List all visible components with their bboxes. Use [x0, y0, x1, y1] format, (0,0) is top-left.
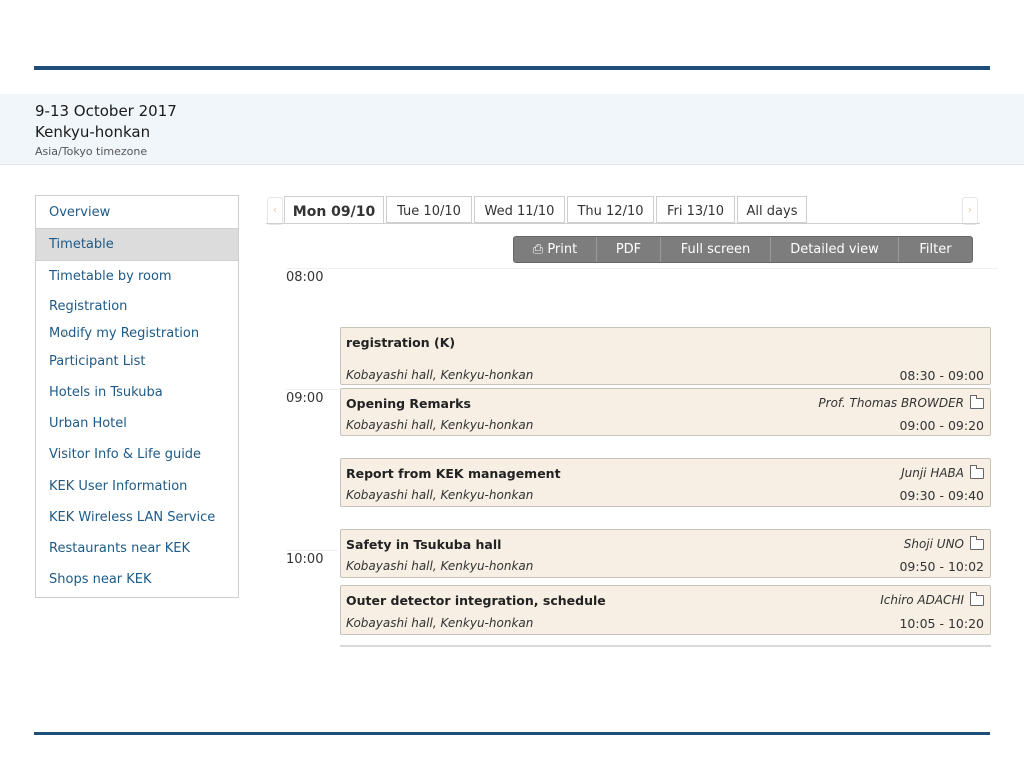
- tab-label: Thu 12/10: [577, 204, 644, 219]
- chevron-left-icon: ‹: [272, 203, 278, 216]
- menu-item-participant-list[interactable]: Participant List: [36, 348, 238, 376]
- contribution-block[interactable]: Report from KEK management Junji HABA Ko…: [340, 458, 991, 507]
- tab-label: Tue 10/10: [397, 204, 461, 219]
- contribution-block[interactable]: Opening Remarks Prof. Thomas BROWDER Kob…: [340, 388, 991, 436]
- sub-item-icon: ∟: [62, 327, 72, 340]
- contribution-speaker: Shoji UNO: [903, 537, 964, 551]
- menu-item-overview[interactable]: Overview: [36, 196, 238, 229]
- hour-line: [286, 389, 338, 390]
- event-venue: Kenkyu-honkan: [35, 123, 151, 141]
- timetable-end-line: [340, 645, 991, 647]
- hour-label: 08:00: [286, 270, 324, 285]
- tab-label: Wed 11/10: [484, 204, 555, 219]
- tab-all-days[interactable]: All days: [737, 196, 807, 223]
- contribution-block[interactable]: Safety in Tsukuba hall Shoji UNO Kobayas…: [340, 529, 991, 578]
- contribution-title: Outer detector integration, schedule: [346, 593, 606, 608]
- folder-icon[interactable]: [970, 592, 984, 606]
- contribution-time: 10:05 - 10:20: [899, 616, 984, 631]
- print-button[interactable]: ⎙ Print: [514, 237, 597, 262]
- detailed-view-button[interactable]: Detailed view: [771, 237, 899, 262]
- sidebar-menu: Overview Timetable Timetable by room Reg…: [35, 195, 239, 598]
- menu-item-label: Urban Hotel: [49, 416, 127, 431]
- menu-item-hotels[interactable]: Hotels in Tsukuba: [36, 379, 238, 407]
- menu-item-shops[interactable]: Shops near KEK: [36, 566, 238, 594]
- tab-underline: [266, 223, 980, 224]
- menu-item-label: Timetable by room: [49, 269, 172, 284]
- contribution-time: 09:30 - 09:40: [899, 488, 984, 503]
- contribution-block[interactable]: registration (K) Kobayashi hall, Kenkyu-…: [340, 327, 991, 385]
- contribution-time: 09:50 - 10:02: [899, 559, 984, 574]
- menu-item-label: Restaurants near KEK: [49, 541, 191, 556]
- menu-item-kek-user-info[interactable]: KEK User Information: [36, 473, 238, 501]
- menu-item-label: Registration: [49, 299, 128, 314]
- menu-item-label: Timetable: [49, 237, 114, 252]
- tab-fri[interactable]: Fri 13/10: [656, 196, 735, 223]
- tab-label: Fri 13/10: [666, 204, 725, 219]
- tab-label: All days: [746, 204, 798, 219]
- hour-line: [286, 550, 338, 551]
- contribution-title: Report from KEK management: [346, 466, 561, 481]
- tab-mon[interactable]: Mon 09/10: [284, 196, 384, 224]
- hour-line: [286, 268, 998, 269]
- chevron-right-icon: ›: [967, 203, 973, 216]
- menu-item-wireless-lan[interactable]: KEK Wireless LAN Service: [36, 504, 238, 532]
- bottom-rule: [34, 732, 990, 735]
- menu-item-visitor-info[interactable]: Visitor Info & Life guide: [36, 441, 238, 469]
- prev-day-arrow[interactable]: ‹: [267, 197, 283, 225]
- menu-item-label: KEK Wireless LAN Service: [49, 510, 216, 525]
- contribution-title: Safety in Tsukuba hall: [346, 537, 502, 552]
- printer-icon: ⎙: [532, 242, 544, 257]
- contribution-room: Kobayashi hall, Kenkyu-honkan: [346, 559, 534, 573]
- hour-label: 10:00: [286, 552, 324, 567]
- tab-wed[interactable]: Wed 11/10: [474, 196, 565, 223]
- contribution-speaker: Ichiro ADACHI: [880, 593, 964, 607]
- contribution-speaker: Junji HABA: [901, 466, 964, 480]
- contribution-title: registration (K): [346, 335, 456, 350]
- menu-item-label: Visitor Info & Life guide: [49, 447, 202, 462]
- contribution-speaker: Prof. Thomas BROWDER: [818, 396, 964, 410]
- menu-item-modify-registration[interactable]: ∟ Modify my Registration: [36, 321, 238, 347]
- folder-icon[interactable]: [970, 395, 984, 409]
- menu-item-timetable-by-room[interactable]: Timetable by room: [36, 261, 238, 292]
- hour-label: 09:00: [286, 391, 324, 406]
- tab-thu[interactable]: Thu 12/10: [567, 196, 654, 223]
- menu-item-urban-hotel[interactable]: Urban Hotel: [36, 410, 238, 438]
- contribution-time: 09:00 - 09:20: [899, 418, 984, 433]
- top-rule: [34, 66, 990, 70]
- contribution-time: 08:30 - 09:00: [899, 368, 984, 383]
- timetable-toolbar: ⎙ Print PDF Full screen Detailed view Fi…: [513, 236, 973, 263]
- contribution-block[interactable]: Outer detector integration, schedule Ich…: [340, 585, 991, 635]
- tab-label: Mon 09/10: [292, 204, 376, 220]
- menu-item-label: Overview: [49, 205, 111, 220]
- menu-item-label: Participant List: [49, 354, 146, 369]
- contribution-room: Kobayashi hall, Kenkyu-honkan: [346, 418, 534, 432]
- event-date: 9-13 October 2017: [35, 102, 177, 120]
- menu-item-label: Modify my Registration: [49, 326, 200, 341]
- full-screen-button[interactable]: Full screen: [661, 237, 771, 262]
- print-label: Print: [547, 242, 578, 257]
- menu-item-label: Hotels in Tsukuba: [49, 385, 163, 400]
- menu-item-label: KEK User Information: [49, 479, 188, 494]
- contribution-room: Kobayashi hall, Kenkyu-honkan: [346, 488, 534, 502]
- next-day-arrow[interactable]: ›: [962, 197, 978, 225]
- contribution-room: Kobayashi hall, Kenkyu-honkan: [346, 616, 534, 630]
- contribution-room: Kobayashi hall, Kenkyu-honkan: [346, 368, 534, 382]
- filter-button[interactable]: Filter: [899, 237, 972, 262]
- event-header: 9-13 October 2017 Kenkyu-honkan Asia/Tok…: [0, 94, 1024, 165]
- menu-item-label: Shops near KEK: [49, 572, 152, 587]
- menu-item-timetable[interactable]: Timetable: [36, 228, 238, 261]
- menu-item-restaurants[interactable]: Restaurants near KEK: [36, 535, 238, 563]
- menu-item-registration[interactable]: Registration: [36, 293, 238, 321]
- tab-tue[interactable]: Tue 10/10: [386, 196, 472, 223]
- pdf-button[interactable]: PDF: [597, 237, 661, 262]
- contribution-title: Opening Remarks: [346, 396, 471, 411]
- folder-icon[interactable]: [970, 465, 984, 479]
- folder-icon[interactable]: [970, 536, 984, 550]
- event-timezone: Asia/Tokyo timezone: [35, 145, 148, 158]
